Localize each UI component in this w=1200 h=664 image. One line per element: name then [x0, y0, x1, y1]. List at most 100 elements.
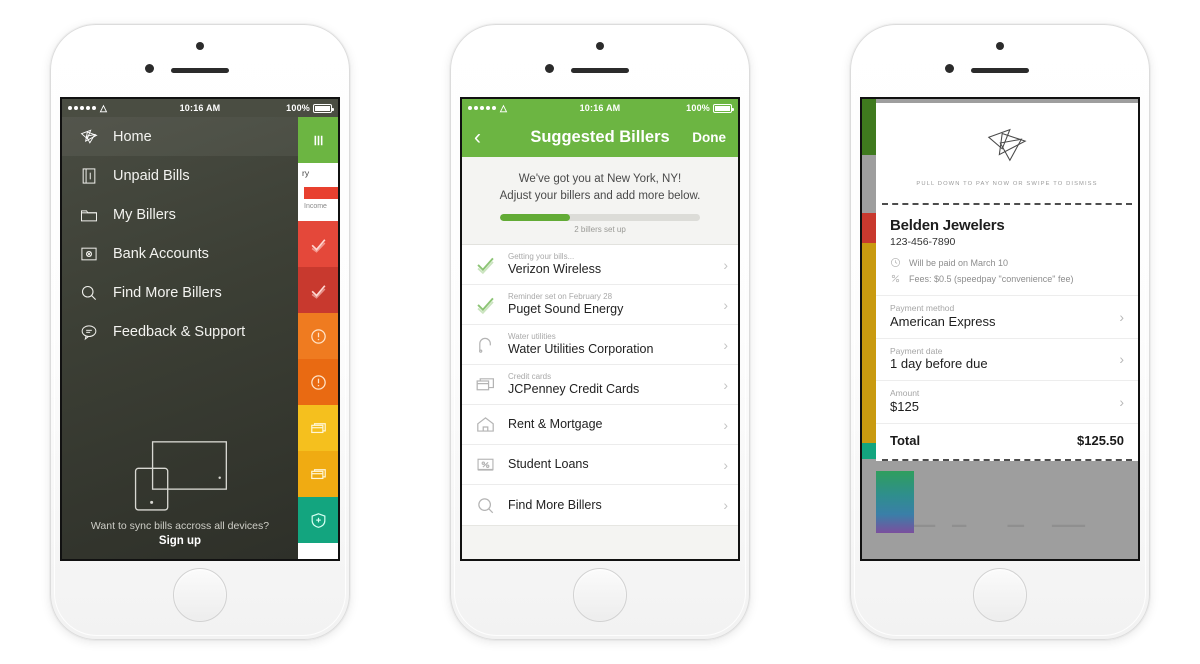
proximity-sensor-icon — [196, 42, 204, 50]
field-payment-date[interactable]: Payment date 1 day before due › — [876, 339, 1138, 382]
peek-card-sub: Income — [304, 203, 327, 210]
phone-mockup-2: △ 10:16 AM 100% ‹ Suggested Billers Done… — [450, 24, 750, 640]
strip-segment-green — [862, 99, 876, 155]
mockup-stage: △ 10:16 AM 100% Home Unpaid Bills My Bil… — [0, 0, 1200, 664]
status-bar: △ 10:16 AM 100% — [62, 99, 338, 117]
list-item[interactable]: Rent & Mortgage › — [462, 405, 738, 446]
strip-row-check-2[interactable] — [298, 267, 338, 313]
strip-row-wallet-1[interactable] — [298, 405, 338, 451]
strip-segment-teal — [862, 443, 876, 459]
earpiece-speaker-icon — [571, 68, 629, 73]
pull-hint-text: PULL DOWN TO PAY NOW OR SWIPE TO DISMISS — [916, 181, 1098, 187]
house-icon — [474, 414, 496, 435]
background-placeholder-lines — [902, 517, 1124, 545]
strip-row-check-1[interactable] — [298, 221, 338, 267]
peek-card-bar — [304, 187, 338, 199]
list-item[interactable]: Credit cards JCPenney Credit Cards › — [462, 365, 738, 406]
list-item[interactable]: Student Loans › — [462, 445, 738, 486]
strip-row-wallet-2[interactable] — [298, 451, 338, 497]
devices-sync-icon — [62, 436, 298, 512]
setup-progress-bar — [500, 214, 700, 222]
field-text: Amount $125 — [890, 388, 919, 416]
strip-row-alert-1[interactable] — [298, 313, 338, 359]
phone-mockup-1: △ 10:16 AM 100% Home Unpaid Bills My Bil… — [50, 24, 350, 640]
meta-row-payment-date: Will be paid on March 10 — [890, 257, 1124, 268]
sync-promo-text: Want to sync bills accross all devices? — [90, 520, 270, 532]
billers-list: Getting your bills... Verizon Wireless ›… — [462, 244, 738, 526]
chevron-right-icon: › — [723, 296, 728, 313]
front-camera-icon — [945, 64, 954, 73]
perforation-divider-bottom — [882, 458, 1132, 461]
hamburger-icon[interactable] — [298, 117, 338, 163]
total-row: Total $125.50 — [876, 424, 1138, 459]
sidebar-item-bank-accounts[interactable]: Bank Accounts — [62, 234, 298, 273]
list-item-name: Puget Sound Energy — [508, 301, 624, 316]
list-item-name: Find More Billers — [508, 497, 602, 512]
chevron-right-icon: › — [723, 497, 728, 514]
check-icon — [474, 294, 496, 315]
sidebar-item-find-more-billers[interactable]: Find More Billers — [62, 273, 298, 312]
total-label: Total — [890, 432, 921, 448]
origami-star-icon — [876, 121, 1138, 167]
home-button[interactable] — [973, 568, 1027, 622]
field-label: Payment date — [890, 345, 943, 356]
list-item-text: Student Loans — [508, 457, 711, 473]
strip-row-calendar[interactable] — [298, 543, 338, 559]
sidebar-item-unpaid-bills[interactable]: Unpaid Bills — [62, 156, 298, 195]
front-camera-icon — [545, 64, 554, 73]
field-value: 1 day before due — [890, 356, 988, 372]
receipt-body: Belden Jewelers 123-456-7890 Will be pai… — [876, 205, 1138, 295]
bottom-card-colors — [876, 471, 914, 533]
folder-icon — [78, 204, 100, 226]
field-amount[interactable]: Amount $125 › — [876, 381, 1138, 424]
speech-bubble-icon — [78, 321, 100, 343]
sidebar-item-label: Find More Billers — [113, 284, 222, 301]
sign-up-link[interactable]: Sign up — [62, 535, 298, 547]
list-item-sub: Credit cards — [508, 372, 552, 382]
peeking-list-strip[interactable]: ry Income — [298, 117, 338, 559]
list-item-name: Verizon Wireless — [508, 261, 602, 276]
strip-segment-red — [862, 213, 876, 243]
field-text: Payment method American Express — [890, 303, 995, 331]
sync-promo: Want to sync bills accross all devices? … — [62, 436, 298, 547]
status-bar: △ 10:16 AM 100% — [462, 99, 738, 117]
chevron-right-icon: › — [1119, 393, 1124, 410]
field-text: Payment date 1 day before due — [890, 346, 988, 374]
faucet-icon — [474, 334, 496, 355]
sidebar-item-feedback-support[interactable]: Feedback & Support — [62, 312, 298, 351]
peek-card[interactable]: ry Income — [298, 163, 338, 221]
strip-row-alert-2[interactable] — [298, 359, 338, 405]
field-payment-method[interactable]: Payment method American Express › — [876, 296, 1138, 339]
bill-receipt-card[interactable]: PULL DOWN TO PAY NOW OR SWIPE TO DISMISS… — [876, 103, 1138, 461]
list-item-text: Water utilities Water Utilities Corporat… — [508, 332, 711, 357]
home-button[interactable] — [173, 568, 227, 622]
percent-icon — [891, 274, 900, 283]
home-button[interactable] — [573, 568, 627, 622]
list-item[interactable]: Getting your bills... Verizon Wireless › — [462, 245, 738, 286]
proximity-sensor-icon — [996, 42, 1004, 50]
list-item-name: JCPenney Credit Cards — [508, 381, 640, 396]
meta-text: Fees: $0.5 (speedpay "convenience" fee) — [909, 273, 1074, 284]
navigation-bar: ‹ Suggested Billers Done — [462, 117, 738, 157]
credit-cards-icon — [474, 374, 496, 395]
list-footer — [462, 525, 738, 550]
strip-segment-gold — [862, 243, 876, 443]
peek-card-title: ry — [302, 168, 310, 178]
strip-row-shield[interactable] — [298, 497, 338, 543]
background-color-strip — [862, 99, 876, 559]
meta-row-fees: Fees: $0.5 (speedpay "convenience" fee) — [890, 273, 1124, 284]
document-icon — [78, 165, 100, 187]
list-item[interactable]: Find More Billers › — [462, 485, 738, 525]
list-item[interactable]: Water utilities Water Utilities Corporat… — [462, 325, 738, 366]
sidebar-item-home[interactable]: Home — [62, 117, 298, 156]
battery-percent: 100% — [686, 103, 710, 113]
list-item-text: Reminder set on February 28 Puget Sound … — [508, 292, 711, 317]
sidebar-item-my-billers[interactable]: My Billers — [62, 195, 298, 234]
list-item-text: Getting your bills... Verizon Wireless — [508, 252, 711, 277]
biller-name: Belden Jewelers — [890, 217, 1005, 234]
battery-icon — [313, 103, 334, 113]
battery-area: 100% — [286, 103, 334, 113]
search-icon — [474, 495, 496, 516]
list-item[interactable]: Reminder set on February 28 Puget Sound … — [462, 285, 738, 326]
done-button[interactable]: Done — [692, 130, 726, 145]
